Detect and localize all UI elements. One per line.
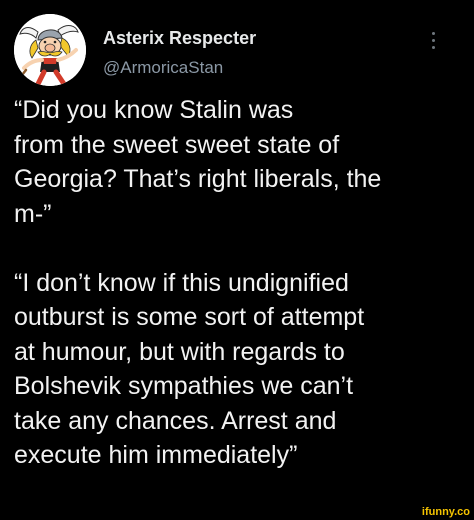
tweet-line: execute him immediately” — [14, 441, 298, 469]
tweet-paragraph-2: “I don’t know if this undignified outbur… — [14, 266, 469, 473]
tweet-text: “Did you know Stalin was from the sweet … — [14, 93, 469, 473]
tweet-line: m-” — [14, 199, 52, 228]
author-handle[interactable]: @ArmoricaStan — [103, 58, 223, 78]
ifunny-watermark: ifunny.co — [421, 506, 470, 518]
tweet-line: “Did you know Stalin was — [14, 96, 294, 124]
tweet-line: “I don’t know if this undignified — [14, 268, 349, 297]
tweet-line: from the sweet sweet state of — [14, 130, 340, 159]
tweet-line: at humour, but with regards to — [14, 337, 345, 366]
asterix-cartoon-avatar-icon — [14, 14, 86, 86]
avatar[interactable] — [14, 14, 86, 86]
tweet-line: take any chances. Arrest and — [14, 406, 337, 435]
tweet-line: outburst is some sort of attempt — [14, 303, 365, 331]
tweet-paragraph-1: “Did you know Stalin was from the sweet … — [14, 93, 469, 231]
more-vertical-icon[interactable] — [425, 26, 441, 54]
tweet-line: Bolshevik sympathies we can’t — [14, 372, 354, 400]
author-display-name[interactable]: Asterix Respecter — [103, 28, 256, 49]
tweet-card: Asterix Respecter @ArmoricaStan “Did you… — [0, 0, 474, 520]
tweet-line: Georgia? That’s right liberals, the — [14, 165, 382, 193]
